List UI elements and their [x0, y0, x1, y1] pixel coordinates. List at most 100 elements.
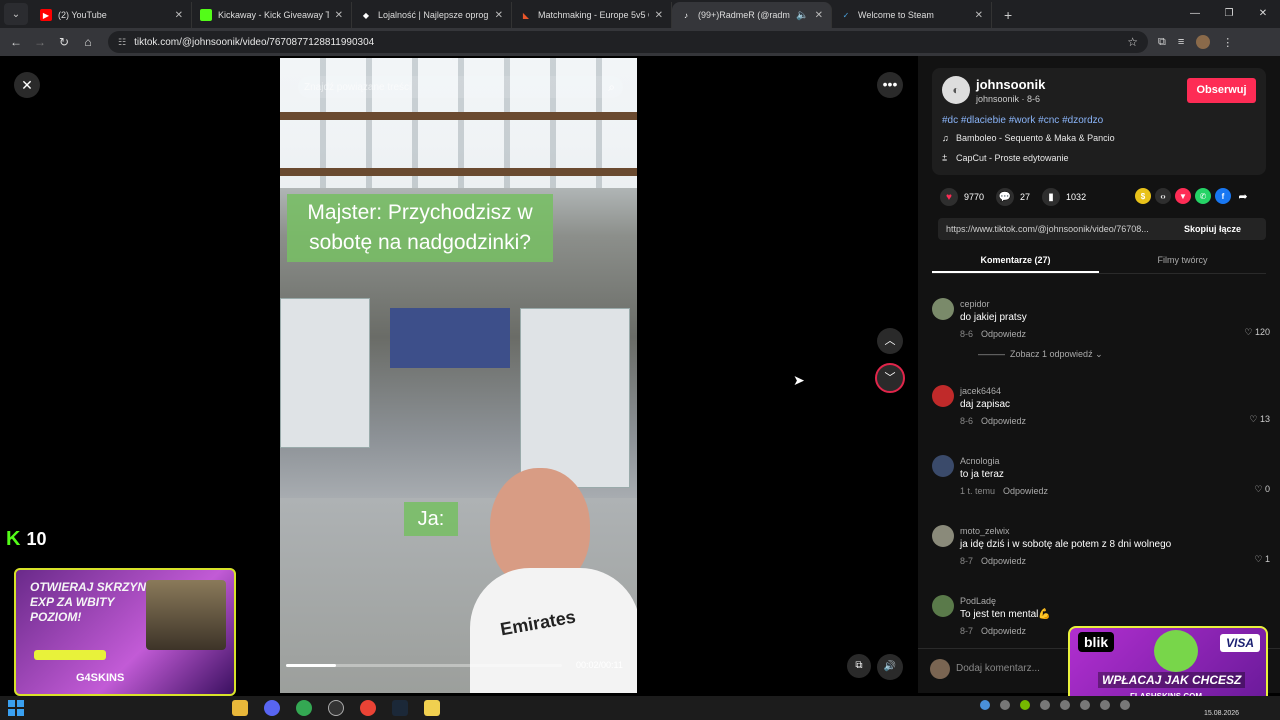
steam-icon[interactable]	[392, 700, 408, 716]
copy-link-button[interactable]: Skopiuj łącze	[1184, 224, 1241, 234]
back-icon[interactable]: ←	[4, 35, 28, 49]
chrome-icon[interactable]	[296, 700, 312, 716]
video-player[interactable]: Emirates	[280, 58, 637, 693]
embed-icon[interactable]: ‹›	[1155, 188, 1171, 204]
comment-like[interactable]: ♡ 13	[1249, 414, 1270, 425]
reply-button[interactable]: Odpowiedz	[981, 626, 1026, 636]
tab-steam[interactable]: ✓ Welcome to Steam ✕	[832, 2, 992, 28]
comment-text: To jest ten mental💪	[960, 609, 1051, 620]
obs-icon[interactable]	[328, 700, 344, 716]
author-avatar[interactable]: ◐	[942, 76, 970, 104]
tab-lojalnosc[interactable]: ◆ Lojalność | Najlepsze oprogram ✕	[352, 2, 512, 28]
video-progress-bar[interactable]	[286, 664, 562, 667]
tray-icon[interactable]	[1040, 700, 1050, 710]
nvidia-icon[interactable]	[1020, 700, 1030, 710]
picture-in-picture-button[interactable]: ⧉	[847, 654, 871, 678]
tab-kickaway[interactable]: Kickaway - Kick Giveaway Tool ✕	[192, 2, 352, 28]
g4skins-ad[interactable]: OTWIERAJ SKRZYNKI EXP ZA WBITY POZIOM! G…	[14, 568, 236, 696]
music-row[interactable]: ♫ Bamboleo - Sequento & Maka & Pancio	[942, 133, 1115, 143]
profile-avatar[interactable]	[1196, 35, 1211, 49]
comment-user[interactable]: moto_zelwix	[960, 526, 1010, 536]
comment-input[interactable]: Dodaj komentarz...	[956, 657, 1086, 681]
cloud-icon[interactable]	[980, 700, 990, 710]
home-icon[interactable]: ⌂	[76, 35, 100, 49]
comment-avatar[interactable]	[932, 455, 954, 477]
related-search-input[interactable]: Znajdź powiązane treści ⌕	[298, 76, 623, 98]
minimize-icon[interactable]: —	[1178, 0, 1212, 28]
facebook-icon[interactable]: f	[1215, 188, 1231, 204]
new-tab-icon[interactable]: +	[1004, 7, 1012, 23]
hashtags[interactable]: #dc #dlaciebie #work #cnc #dzordzo	[942, 115, 1103, 126]
reply-button[interactable]: Odpowiedz	[981, 329, 1026, 339]
close-window-icon[interactable]: ✕	[1246, 0, 1280, 28]
comment-button[interactable]: 💬 27	[996, 188, 1030, 206]
comment-user[interactable]: Acnologia	[960, 456, 1000, 466]
whatsapp-icon[interactable]: ✆	[1195, 188, 1211, 204]
template-row[interactable]: ⩲ CapCut - Proste edytowanie	[942, 153, 1069, 164]
file-explorer-icon[interactable]	[232, 700, 248, 716]
tab-comments[interactable]: Komentarze (27)	[932, 250, 1099, 273]
microphone-icon[interactable]	[1080, 700, 1090, 710]
comment-avatar[interactable]	[932, 595, 954, 617]
url-field[interactable]: ☷ tiktok.com/@johnsoonik/video/767087712…	[108, 31, 1148, 53]
comment-like[interactable]: ♡ 1	[1254, 554, 1270, 565]
comment-user[interactable]: jacek6464	[960, 386, 1001, 396]
share-arrow-icon[interactable]: ➦	[1235, 188, 1251, 204]
follow-button[interactable]: Obserwuj	[1187, 78, 1256, 103]
close-video-button[interactable]: ✕	[14, 72, 40, 98]
bookmark-star-icon[interactable]: ☆	[1127, 35, 1138, 49]
tab-search-icon[interactable]: ⌄	[4, 3, 28, 25]
next-video-button[interactable]: ﹀	[875, 363, 905, 393]
like-button[interactable]: ♥ 9770	[940, 188, 984, 206]
previous-video-button[interactable]: ︿	[877, 328, 903, 354]
close-tab-icon[interactable]: ✕	[975, 10, 983, 21]
app-icon[interactable]	[424, 700, 440, 716]
search-icon[interactable]: ⌕	[608, 80, 615, 95]
wifi-icon[interactable]	[1100, 700, 1110, 710]
volume-button[interactable]: 🔊	[877, 654, 903, 680]
media-controls-icon[interactable]: ≡	[1178, 36, 1184, 48]
tab-matchmaking[interactable]: ◣ Matchmaking - Europe 5v5 Qu ✕	[512, 2, 672, 28]
flashskins-ad[interactable]: blik VISA WPŁACAJ JAK CHCESZ FLASHSKINS.…	[1068, 626, 1268, 704]
close-tab-icon[interactable]: ✕	[815, 10, 823, 21]
comment-like[interactable]: ♡ 0	[1254, 484, 1270, 495]
comment-avatar[interactable]	[932, 298, 954, 320]
comment-user[interactable]: PodLadę	[960, 596, 996, 606]
close-tab-icon[interactable]: ✕	[175, 10, 183, 21]
view-replies-button[interactable]: ——— Zobacz 1 odpowiedź ⌄	[978, 349, 1103, 360]
chrome-icon[interactable]	[360, 700, 376, 716]
video-link-text[interactable]: https://www.tiktok.com/@johnsoonik/video…	[946, 224, 1172, 234]
comment-meta: 8-7 Odpowiedz	[960, 626, 1026, 636]
site-info-icon[interactable]: ☷	[118, 37, 126, 48]
comment-like[interactable]: ♡ 120	[1244, 327, 1270, 338]
tray-icon[interactable]	[1060, 700, 1070, 710]
discord-icon[interactable]	[264, 700, 280, 716]
browser-menu-icon[interactable]: ⋮	[1222, 36, 1233, 49]
forward-icon[interactable]: →	[28, 35, 52, 49]
comment-avatar[interactable]	[932, 385, 954, 407]
comment-avatar[interactable]	[932, 525, 954, 547]
close-tab-icon[interactable]: ✕	[655, 10, 663, 21]
windows-start-icon[interactable]	[8, 700, 24, 716]
restore-icon[interactable]: ❐	[1212, 0, 1246, 28]
author-username[interactable]: johnsoonik	[976, 77, 1045, 92]
speaker-icon[interactable]: 🔈	[796, 10, 808, 21]
tray-icon[interactable]	[1000, 700, 1010, 710]
coin-icon[interactable]: $	[1135, 188, 1151, 204]
tab-youtube[interactable]: ▶ (2) YouTube ✕	[32, 2, 192, 28]
send-icon[interactable]: ▼	[1175, 188, 1191, 204]
reply-button[interactable]: Odpowiedz	[981, 416, 1026, 426]
reply-button[interactable]: Odpowiedz	[1003, 486, 1048, 496]
save-button[interactable]: ▮ 1032	[1042, 188, 1086, 206]
volume-icon[interactable]	[1120, 700, 1130, 710]
extensions-icon[interactable]: ⧉	[1158, 36, 1166, 49]
reply-button[interactable]: Odpowiedz	[981, 556, 1026, 566]
comment-user[interactable]: cepidor	[960, 299, 990, 309]
close-tab-icon[interactable]: ✕	[335, 10, 343, 21]
close-tab-icon[interactable]: ✕	[495, 10, 503, 21]
more-options-button[interactable]: •••	[877, 72, 903, 98]
tab-tiktok[interactable]: ♪ (99+)RadmeR (@radmer77 🔈 ✕	[672, 2, 832, 28]
reload-icon[interactable]: ↻	[52, 35, 76, 49]
tab-creator-videos[interactable]: Filmy twórcy	[1099, 250, 1266, 273]
url-text: tiktok.com/@johnsoonik/video/76708771288…	[134, 36, 375, 48]
